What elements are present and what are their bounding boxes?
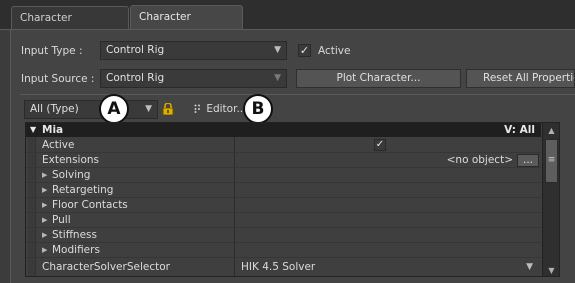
triangle-right-icon[interactable]: ▶	[42, 168, 47, 183]
scroll-thumb[interactable]: ≡	[545, 139, 558, 183]
property-group-name: Retargeting	[52, 184, 114, 196]
input-source-dropdown[interactable]: Control Rig ▼	[100, 69, 287, 88]
chevron-down-icon: ▼	[274, 45, 281, 55]
input-type-label: Input Type :	[21, 45, 83, 57]
editor-button[interactable]: Editor...	[190, 100, 246, 119]
solver-dropdown[interactable]: HIK 4.5 Solver ▼	[235, 260, 541, 275]
input-type-dropdown[interactable]: Control Rig ▼	[100, 41, 287, 60]
chevron-down-icon: ▼	[274, 73, 281, 83]
tab-character-definition[interactable]: Character Definition	[11, 6, 129, 46]
property-group-row[interactable]: ▶ Stiffness	[26, 228, 541, 243]
input-source-label: Input Source :	[21, 73, 95, 85]
section-divider	[20, 94, 575, 95]
callout-b: B	[243, 94, 273, 124]
active-property-checkbox[interactable]: ✓	[374, 139, 386, 151]
property-group-name: Modifiers	[52, 244, 100, 256]
property-name: CharacterSolverSelector	[42, 261, 170, 273]
property-value: <no object> ...	[235, 153, 541, 168]
chevron-down-icon: ▼	[526, 262, 533, 272]
type-filter-dropdown[interactable]: All (Type) ▼	[24, 100, 158, 119]
property-group-row[interactable]: ▶ Solving	[26, 168, 541, 183]
tab-character-settings[interactable]: Character Settings	[130, 5, 243, 45]
property-name: Active	[42, 139, 75, 151]
grid-header[interactable]: ▼ Mia V: All	[26, 123, 541, 137]
callout-a: A	[99, 94, 129, 124]
property-group-row[interactable]: ▶ Pull	[26, 213, 541, 228]
triangle-right-icon[interactable]: ▶	[42, 183, 47, 198]
editor-label: Editor...	[206, 103, 247, 115]
solver-value: HIK 4.5 Solver	[241, 261, 316, 273]
active-label: Active	[318, 45, 351, 57]
plot-character-button[interactable]: Plot Character...	[296, 69, 461, 88]
triangle-right-icon[interactable]: ▶	[42, 213, 47, 228]
input-type-value: Control Rig	[106, 44, 165, 56]
extensions-value: <no object>	[446, 154, 513, 166]
character-name: Mia	[42, 124, 64, 136]
triangle-right-icon[interactable]: ▶	[42, 243, 47, 258]
scroll-up-icon[interactable]: ▲	[544, 124, 559, 137]
property-row[interactable]: CharacterSolverSelector HIK 4.5 Solver ▼	[26, 260, 541, 275]
property-group-row[interactable]: ▶ Modifiers	[26, 243, 541, 258]
tab-bar: Character Definition Character Settings	[0, 0, 575, 46]
property-group-row[interactable]: ▶ Floor Contacts	[26, 198, 541, 213]
triangle-right-icon[interactable]: ▶	[42, 198, 47, 213]
chevron-down-icon: ▼	[145, 104, 152, 114]
lock-icon[interactable]	[162, 103, 174, 115]
type-filter-value: All (Type)	[30, 103, 79, 115]
triangle-right-icon[interactable]: ▶	[42, 228, 47, 243]
property-row[interactable]: Active ✓	[26, 138, 541, 153]
property-group-name: Pull	[52, 214, 71, 226]
property-group-name: Solving	[52, 169, 91, 181]
browse-button[interactable]: ...	[517, 154, 539, 167]
property-group-row[interactable]: ▶ Retargeting	[26, 183, 541, 198]
property-group-name: Floor Contacts	[52, 199, 128, 211]
input-source-value: Control Rig	[106, 72, 165, 84]
property-value: ✓	[235, 138, 541, 153]
visibility-filter: V: All	[504, 124, 535, 136]
property-name: Extensions	[42, 154, 100, 166]
grid-scrollbar[interactable]: ▲ ≡ ▼	[542, 123, 559, 276]
reset-all-properties-button[interactable]: Reset All Properties	[466, 69, 575, 88]
scroll-down-icon[interactable]: ▼	[544, 264, 559, 276]
property-row[interactable]: Extensions <no object> ...	[26, 153, 541, 168]
property-group-name: Stiffness	[52, 229, 97, 241]
active-checkbox[interactable]: ✓	[298, 44, 311, 57]
triangle-down-icon: ▼	[30, 125, 37, 134]
dotted-grid-icon	[194, 104, 200, 113]
property-grid: ▼ Mia V: All Active ✓ Extensions <no obj…	[25, 122, 560, 277]
